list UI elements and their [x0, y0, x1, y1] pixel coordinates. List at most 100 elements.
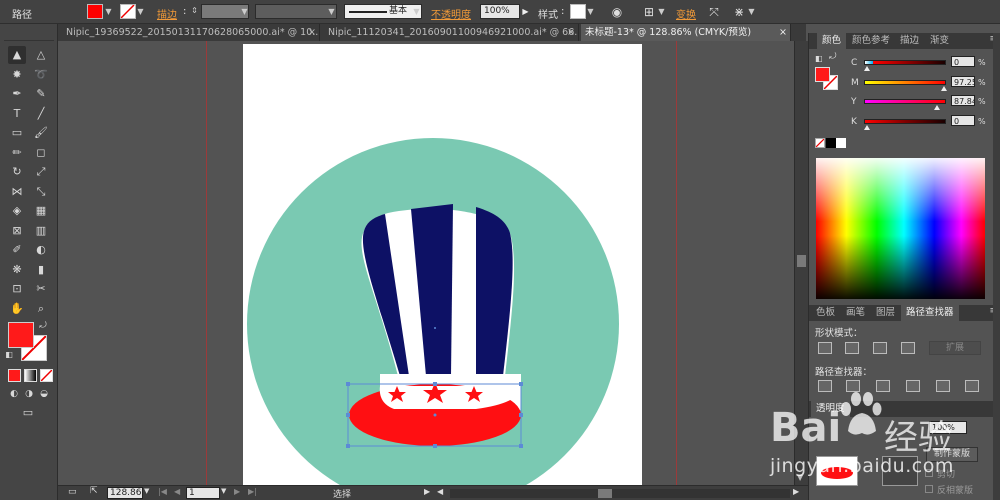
canvas-area[interactable]: [58, 41, 794, 485]
tab-pathfinder[interactable]: 路径查找器: [901, 305, 959, 321]
tools-panel-grip[interactable]: [4, 27, 54, 41]
close-icon[interactable]: ×: [308, 24, 316, 41]
chevron-down-icon[interactable]: ▼: [240, 5, 249, 18]
tab-color[interactable]: 颜色: [817, 33, 847, 49]
shape-builder-tool-icon[interactable]: ◈: [8, 202, 26, 220]
exclude-icon[interactable]: [901, 342, 915, 354]
minus-front-icon[interactable]: [845, 342, 859, 354]
rectangle-tool-icon[interactable]: ▭: [8, 124, 26, 142]
scale-tool-icon[interactable]: ⤢: [32, 163, 50, 181]
chevron-down-icon[interactable]: ▼: [136, 5, 145, 18]
slider-knob[interactable]: [934, 105, 940, 110]
stroke-swatch[interactable]: [120, 4, 136, 19]
blend-tool-icon[interactable]: ◐: [32, 241, 50, 259]
expand-button[interactable]: 扩展: [929, 341, 981, 355]
channel-y-slider[interactable]: [864, 99, 946, 104]
scroll-right-icon[interactable]: ▶: [793, 487, 799, 496]
tab-stroke[interactable]: 描边: [895, 33, 924, 49]
line-tool-icon[interactable]: ╱: [32, 105, 50, 123]
channel-k-input[interactable]: 0: [951, 115, 975, 126]
channel-m-input[interactable]: 97.25: [951, 76, 975, 87]
eyedropper-tool-icon[interactable]: ✐: [8, 241, 26, 259]
none-mode-button[interactable]: [40, 369, 53, 382]
page-input[interactable]: 1: [186, 487, 220, 499]
channel-c-slider[interactable]: [864, 60, 946, 65]
tab-swatches[interactable]: 色板: [811, 305, 840, 321]
brush-definition-dropdown[interactable]: 基本: [344, 4, 422, 19]
scroll-left-icon[interactable]: ◀: [437, 487, 443, 496]
tab-color-guide[interactable]: 颜色参考: [847, 33, 895, 49]
selection-tool-icon[interactable]: ▲: [8, 46, 26, 64]
chevron-down-icon[interactable]: ▼: [221, 487, 226, 495]
slice-tool-icon[interactable]: ✂: [32, 280, 50, 298]
slider-knob[interactable]: [941, 86, 947, 91]
scrollbar-thumb[interactable]: [598, 489, 612, 498]
arrange-icon[interactable]: ⋇: [731, 4, 747, 20]
slider-knob[interactable]: [864, 125, 870, 130]
hat-artwork[interactable]: [58, 41, 794, 485]
free-transform-tool-icon[interactable]: ⤡: [32, 183, 50, 201]
default-colors-icon[interactable]: ◧: [4, 350, 14, 360]
scrollbar-thumb[interactable]: [797, 255, 806, 267]
opacity-label[interactable]: 不透明度: [431, 6, 471, 21]
pencil-tool-icon[interactable]: ✏: [8, 144, 26, 162]
color-mode-button[interactable]: [8, 369, 21, 382]
chevron-down-icon[interactable]: ▼: [412, 5, 421, 18]
unite-icon[interactable]: [818, 342, 832, 354]
close-icon[interactable]: ×: [567, 24, 575, 41]
channel-k-slider[interactable]: [864, 119, 946, 124]
isolate-group-icon[interactable]: ⤧: [706, 4, 722, 20]
horizontal-scrollbar[interactable]: [450, 489, 790, 498]
opacity-input[interactable]: 100%: [480, 4, 520, 19]
channel-y-input[interactable]: 87.84: [951, 95, 975, 106]
channel-c-input[interactable]: 0: [951, 56, 975, 67]
chevron-down-icon[interactable]: ▼: [657, 5, 666, 18]
screen-mode-icon[interactable]: ▭: [18, 405, 38, 421]
fill-swatch[interactable]: [87, 4, 103, 19]
gradient-tool-icon[interactable]: ▥: [32, 222, 50, 240]
none-swatch[interactable]: [815, 138, 825, 148]
paintbrush-tool-icon[interactable]: 🖌: [32, 124, 50, 142]
document-tab-1[interactable]: Nipic_19369522_20150131170628065000.ai* …: [62, 24, 320, 41]
chevron-down-icon[interactable]: ▼: [586, 5, 595, 18]
draw-inside-icon[interactable]: ◒: [37, 387, 51, 401]
fill-color-box[interactable]: [815, 67, 830, 82]
symbol-sprayer-tool-icon[interactable]: ❋: [8, 261, 26, 279]
intersect-icon[interactable]: [873, 342, 887, 354]
color-spectrum[interactable]: [816, 158, 985, 299]
stroke-label[interactable]: 描边: [157, 6, 177, 21]
white-swatch[interactable]: [836, 138, 846, 148]
opacity-arrow-icon[interactable]: ▶: [521, 5, 530, 18]
curvature-tool-icon[interactable]: ✎: [32, 85, 50, 103]
slider-knob[interactable]: [864, 66, 870, 71]
hand-tool-icon[interactable]: ✋: [8, 300, 26, 318]
zoom-tool-icon[interactable]: ⌕: [32, 300, 50, 318]
align-to-selection-icon[interactable]: ⊞: [641, 4, 657, 20]
column-graph-tool-icon[interactable]: ▮: [32, 261, 50, 279]
invert-mask-checkbox[interactable]: [925, 485, 933, 493]
rotate-tool-icon[interactable]: ↻: [8, 163, 26, 181]
status-arrow-icon[interactable]: ▶: [424, 487, 430, 496]
magic-wand-tool-icon[interactable]: ✸: [8, 66, 26, 84]
swap-colors-icon[interactable]: ⤾: [829, 52, 837, 62]
type-tool-icon[interactable]: T: [8, 105, 26, 123]
artboard-tool-icon[interactable]: ⊡: [8, 280, 26, 298]
document-tab-2[interactable]: Nipic_11120341_20160901100946921000.ai* …: [324, 24, 579, 41]
swap-fill-stroke-icon[interactable]: ⤾: [37, 320, 49, 332]
default-colors-icon[interactable]: ◧: [815, 54, 823, 63]
variable-width-profile-dropdown[interactable]: [255, 4, 337, 19]
first-page-icon[interactable]: |◀: [158, 487, 167, 496]
document-tab-active[interactable]: 未标题-13* @ 128.86% (CMYK/预览) ×: [581, 24, 791, 41]
prev-page-icon[interactable]: ◀: [174, 487, 180, 496]
artboard-nav-icon[interactable]: ▭: [68, 487, 77, 497]
width-tool-icon[interactable]: ⋈: [8, 183, 26, 201]
tab-gradient[interactable]: 渐变: [925, 33, 954, 49]
stroke-weight-stepper[interactable]: ⇕: [190, 4, 199, 17]
transform-label[interactable]: 变换: [676, 6, 696, 21]
perspective-grid-tool-icon[interactable]: ▦: [32, 202, 50, 220]
zoom-input[interactable]: 128.86: [107, 487, 143, 499]
eraser-tool-icon[interactable]: ◻: [32, 144, 50, 162]
tab-layers[interactable]: 图层: [871, 305, 900, 321]
share-icon[interactable]: ⇱: [90, 486, 98, 496]
channel-m-slider[interactable]: [864, 80, 946, 85]
